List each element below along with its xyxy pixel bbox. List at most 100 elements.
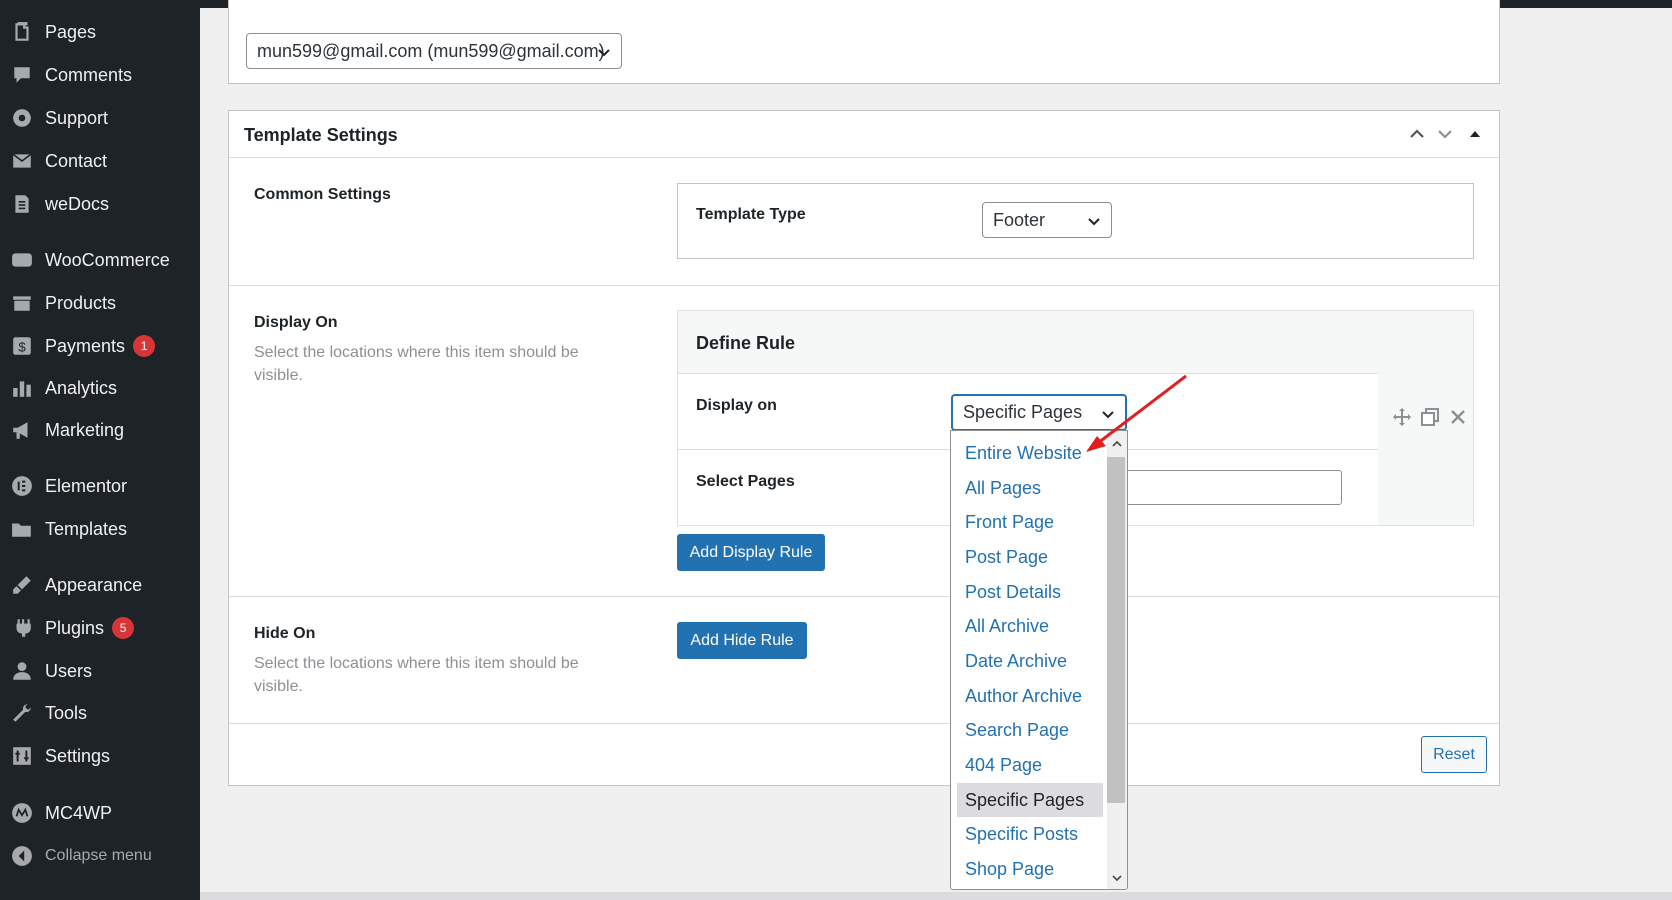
sidebar-item-label: Marketing xyxy=(45,419,125,440)
sidebar-item-woocommerce[interactable]: WooCommerce xyxy=(0,240,200,280)
duplicate-icon[interactable] xyxy=(1420,407,1440,427)
option-404-page[interactable]: 404 Page xyxy=(957,748,1103,782)
sidebar-item-label: Plugins xyxy=(45,617,105,638)
sidebar-item-label: Contact xyxy=(45,150,108,171)
sidebar-item-tools[interactable]: Tools xyxy=(0,693,200,733)
select-pages-label: Select Pages xyxy=(696,473,795,490)
notification-badge: 5 xyxy=(112,617,135,639)
mc4wp-icon xyxy=(10,801,34,825)
pages-icon xyxy=(10,20,34,44)
chevron-up-icon[interactable] xyxy=(1407,124,1427,144)
sidebar-item-mc4wp[interactable]: MC4WP xyxy=(0,793,200,833)
display-on-value: Specific Pages xyxy=(963,402,1083,422)
move-icon[interactable] xyxy=(1392,407,1412,427)
sidebar-item-label: Support xyxy=(45,107,109,128)
sidebar-item-label: Comments xyxy=(45,64,133,85)
analytics-icon xyxy=(10,376,34,400)
users-icon xyxy=(10,659,34,683)
settings-icon xyxy=(10,744,34,768)
option-all-archive[interactable]: All Archive xyxy=(957,609,1103,643)
close-icon[interactable] xyxy=(1448,407,1468,427)
templates-icon xyxy=(10,517,34,541)
collapse-panel-icon[interactable] xyxy=(1465,124,1485,144)
template-type-select[interactable]: Footer xyxy=(982,202,1112,238)
sidebar-item-label: Tools xyxy=(45,702,88,723)
marketing-icon xyxy=(10,418,34,442)
select-pages-input[interactable] xyxy=(1098,470,1342,505)
horizontal-scrollbar[interactable] xyxy=(200,892,1672,900)
option-shop-page[interactable]: Shop Page xyxy=(957,852,1103,886)
sidebar-item-label: Settings xyxy=(45,745,111,766)
payments-icon: $ xyxy=(10,334,34,358)
annotation-arrow xyxy=(1086,374,1187,452)
sidebar-item-label: Products xyxy=(45,292,117,313)
appearance-icon xyxy=(10,573,34,597)
sidebar-item-label: Appearance xyxy=(45,574,143,595)
sidebar-item-elementor[interactable]: Elementor xyxy=(0,466,200,506)
scrollbar-thumb[interactable] xyxy=(1107,457,1125,803)
sidebar-item-comments[interactable]: Comments xyxy=(0,55,200,95)
sidebar-item-users[interactable]: Users xyxy=(0,651,200,691)
sidebar-item-label: MC4WP xyxy=(45,802,112,823)
add-display-rule-button[interactable]: Add Display Rule xyxy=(677,534,825,571)
contact-icon xyxy=(10,149,34,173)
plugins-icon xyxy=(10,616,34,640)
option-author-archive[interactable]: Author Archive xyxy=(957,679,1103,713)
sidebar-item-support[interactable]: Support xyxy=(0,98,200,138)
option-post-details[interactable]: Post Details xyxy=(957,575,1103,609)
comments-icon xyxy=(10,63,34,87)
products-icon xyxy=(10,291,34,315)
author-select-value: mun599@gmail.com (mun599@gmail.com) xyxy=(257,40,605,61)
sidebar-item-plugins[interactable]: Plugins 5 xyxy=(0,608,200,648)
sidebar-item-marketing[interactable]: Marketing xyxy=(0,410,200,450)
sidebar-item-label: Users xyxy=(45,660,93,681)
option-date-archive[interactable]: Date Archive xyxy=(957,644,1103,678)
display-on-dropdown-list: Entire Website All Pages Front Page Post… xyxy=(950,430,1128,890)
option-front-page[interactable]: Front Page xyxy=(957,505,1103,539)
define-rule-title: Define Rule xyxy=(696,333,796,353)
option-all-pages[interactable]: All Pages xyxy=(957,471,1103,505)
divider xyxy=(229,596,1499,597)
wedocs-icon xyxy=(10,192,34,216)
support-icon xyxy=(10,106,34,130)
option-specific-pages[interactable]: Specific Pages xyxy=(957,783,1103,817)
sidebar-item-wedocs[interactable]: weDocs xyxy=(0,184,200,224)
chevron-down-icon xyxy=(1087,213,1101,227)
reset-button[interactable]: Reset xyxy=(1421,736,1487,773)
sidebar-item-label: Payments xyxy=(45,335,126,356)
sidebar-item-label: Pages xyxy=(45,21,97,42)
sidebar-item-products[interactable]: Products xyxy=(0,283,200,323)
sidebar-item-label: Elementor xyxy=(45,475,128,496)
author-select[interactable]: mun599@gmail.com (mun599@gmail.com) xyxy=(246,33,622,69)
sidebar-item-pages[interactable]: Pages xyxy=(0,12,200,52)
sidebar-item-analytics[interactable]: Analytics xyxy=(0,368,200,408)
collapse-menu-label: Collapse menu xyxy=(45,847,152,864)
add-hide-rule-button[interactable]: Add Hide Rule xyxy=(677,622,807,659)
sidebar-item-templates[interactable]: Templates xyxy=(0,509,200,549)
collapse-menu-button[interactable]: Collapse menu xyxy=(0,836,200,876)
dropdown-scrollbar[interactable] xyxy=(1107,431,1127,889)
elementor-icon xyxy=(10,474,34,498)
display-on-label: Display on xyxy=(696,397,777,414)
divider xyxy=(229,285,1499,286)
chevron-down-icon[interactable] xyxy=(1435,124,1455,144)
svg-text:$: $ xyxy=(18,340,26,355)
chevron-down-icon xyxy=(597,44,611,58)
hide-on-description: Select the locations where this item sho… xyxy=(254,655,579,695)
woocommerce-icon xyxy=(10,248,34,272)
scroll-down-icon[interactable] xyxy=(1111,871,1123,883)
sidebar-item-payments[interactable]: $ Payments 1 xyxy=(0,326,200,366)
sidebar-item-contact[interactable]: Contact xyxy=(0,141,200,181)
template-type-label: Template Type xyxy=(696,206,806,223)
hide-on-heading: Hide On xyxy=(254,625,316,642)
sidebar-item-settings[interactable]: Settings xyxy=(0,736,200,776)
sidebar-item-label: Analytics xyxy=(45,377,118,398)
option-specific-posts[interactable]: Specific Posts xyxy=(957,817,1103,851)
sidebar-item-label: WooCommerce xyxy=(45,249,170,270)
template-type-box: Template Type Footer xyxy=(677,183,1474,259)
notification-badge: 1 xyxy=(133,335,156,357)
option-post-page[interactable]: Post Page xyxy=(957,540,1103,574)
sidebar-item-label: Templates xyxy=(45,518,128,539)
option-search-page[interactable]: Search Page xyxy=(957,713,1103,747)
sidebar-item-appearance[interactable]: Appearance xyxy=(0,565,200,605)
